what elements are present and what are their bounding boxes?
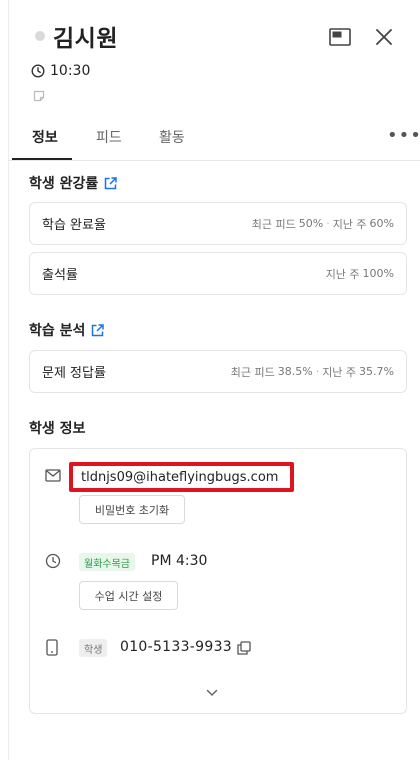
analysis-section-title: 학습 분석 (29, 320, 105, 340)
separator-dot: · (315, 365, 320, 378)
reset-password-button[interactable]: 비밀번호 초기화 (79, 495, 185, 524)
phone-type-badge: 학생 (79, 639, 108, 657)
student-info-section-title: 학생 정보 (29, 418, 85, 438)
active-tab-indicator (12, 158, 72, 160)
expand-info-button[interactable] (206, 682, 218, 701)
student-name: 김시원 (53, 26, 118, 52)
analysis-external-link[interactable] (91, 323, 105, 337)
time-value: 10:30 (50, 63, 91, 79)
attendance-rate-card: 출석률 지난 주 100% (29, 252, 407, 295)
email-icon-wrap (45, 469, 61, 482)
clock-icon (31, 64, 45, 78)
last-week-label: 지난 주 (325, 267, 360, 281)
tab-bar: 정보 피드 활동 ••• (9, 118, 420, 161)
close-icon (376, 29, 392, 45)
metric-label: 출석률 (42, 268, 78, 283)
class-time-icon-wrap (45, 553, 61, 569)
last-week-label: 지난 주 (332, 217, 367, 231)
phone-number: 010-5133-9933 (120, 639, 232, 655)
recent-feed-value: 50% (298, 217, 324, 230)
class-time-value: PM 4:30 (151, 553, 208, 569)
metric-label: 학습 완료율 (42, 218, 106, 233)
recent-feed-label: 최근 피드 (251, 217, 296, 231)
accuracy-rate-card: 문제 정답률 최근 피드 38.5% · 지난 주 35.7% (29, 350, 407, 393)
phone-icon-wrap (46, 639, 58, 656)
completion-external-link[interactable] (104, 176, 118, 190)
metric-row: 학습 완료율 최근 피드 50% · 지난 주 60% (30, 203, 406, 244)
metric-label: 문제 정답률 (42, 366, 106, 381)
last-week-label: 지난 주 (322, 365, 357, 379)
more-options-button[interactable]: ••• (387, 127, 420, 145)
last-week-value: 35.7% (359, 365, 394, 378)
metric-values: 지난 주 100% (326, 266, 394, 282)
close-button[interactable] (371, 24, 397, 50)
separator-dot: · (326, 217, 330, 230)
last-week-value: 100% (362, 267, 394, 280)
student-info-title-text: 학생 정보 (29, 421, 86, 437)
clock-icon (45, 553, 61, 569)
class-days-badge: 월화수목금 (79, 553, 135, 571)
student-info-card: tldnjs09@ihateflyingbugs.com 비밀번호 초기화 월화… (29, 448, 407, 714)
online-status-dot (35, 31, 45, 41)
metric-values: 최근 피드 38.5% · 지난 주 35.7% (231, 364, 394, 380)
copy-phone-button[interactable] (237, 640, 251, 659)
analysis-title-text: 학습 분석 (29, 323, 86, 339)
copy-icon (237, 641, 251, 655)
completion-section-title: 학생 완강률 (29, 173, 118, 193)
mail-icon (45, 469, 61, 482)
panel-layout-icon (329, 28, 351, 46)
metric-row: 출석률 지난 주 100% (30, 253, 406, 294)
set-class-time-button[interactable]: 수업 시간 설정 (79, 581, 178, 610)
recent-feed-value: 38.5% (277, 365, 313, 378)
email-field[interactable]: tldnjs09@ihateflyingbugs.com (69, 462, 294, 492)
completion-rate-card: 학습 완료율 최근 피드 50% · 지난 주 60% (29, 202, 407, 245)
recent-feed-label: 최근 피드 (230, 365, 275, 379)
metric-row: 문제 정답률 최근 피드 38.5% · 지난 주 35.7% (30, 351, 406, 392)
mobile-phone-icon (46, 639, 58, 656)
tab-activity[interactable]: 활동 (159, 127, 185, 147)
external-link-icon (92, 323, 105, 336)
time-row: 10:30 (31, 61, 90, 81)
last-week-value: 60% (369, 217, 394, 230)
metric-values: 최근 피드 50% · 지난 주 60% (252, 216, 394, 232)
tab-info[interactable]: 정보 (32, 127, 58, 147)
panel-header: 김시원 10:30 (9, 0, 420, 118)
panel-layout-button[interactable] (327, 24, 353, 50)
completion-title-text: 학생 완강률 (29, 176, 99, 192)
external-link-icon (105, 176, 118, 189)
student-detail-panel: 김시원 10:30 정보 피드 활동 ••• 학생 완강률 학습 완료율 최근 … (9, 0, 420, 760)
memo-icon (33, 90, 45, 102)
memo-button[interactable] (33, 87, 45, 106)
chevron-down-icon (206, 689, 218, 697)
tab-feed[interactable]: 피드 (96, 127, 122, 147)
